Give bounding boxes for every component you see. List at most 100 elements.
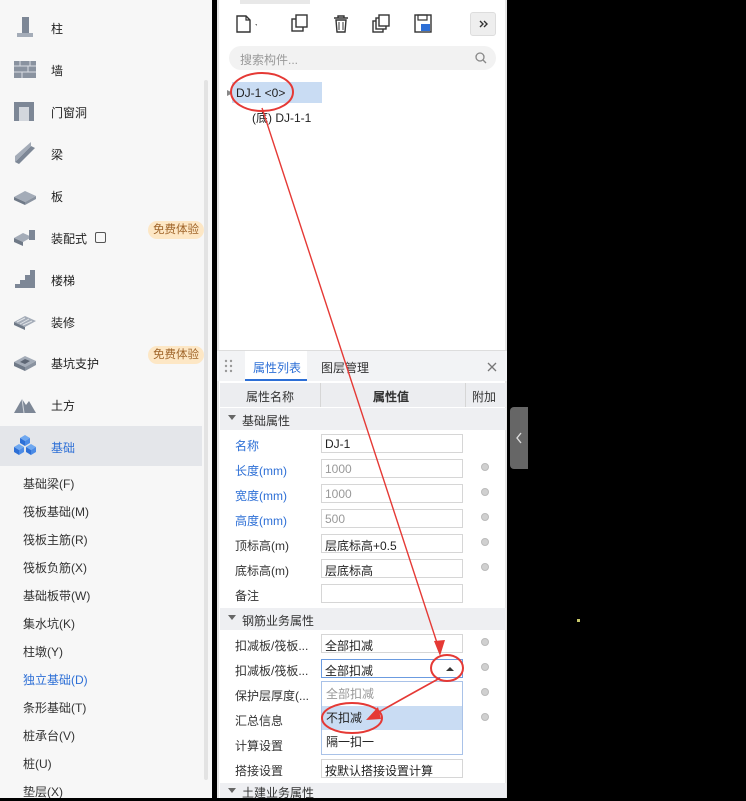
sub-item-foundation-strip[interactable]: 基础板带(W)	[23, 587, 90, 604]
slab-icon	[14, 191, 36, 205]
prop-remark-label: 备注	[235, 589, 260, 603]
prop-deduct-raft-select[interactable]: 全部扣减	[321, 659, 463, 678]
category-door-window[interactable]: 门窗洞	[0, 91, 202, 131]
prop-cover-thickness-label: 保护层厚度(...	[235, 689, 309, 703]
sub-item-raft-foundation[interactable]: 筏板基础(M)	[23, 503, 89, 520]
prop-lap-settings-value[interactable]: 按默认搭接设置计算	[321, 759, 463, 778]
sub-item-pile-cap[interactable]: 桩承台(V)	[23, 727, 75, 744]
header-divider	[320, 383, 321, 407]
header-divider	[465, 383, 466, 407]
tab-layer-management[interactable]: 图层管理	[321, 359, 369, 376]
more-arrow-icon[interactable]	[470, 12, 496, 36]
prop-bottom-elevation-value[interactable]: 层底标高	[321, 559, 463, 578]
extra-checkbox[interactable]	[481, 688, 489, 696]
prop-deduct-slab-value[interactable]: 全部扣减	[321, 634, 463, 653]
extra-checkbox[interactable]	[481, 488, 489, 496]
panel-collapse-handle[interactable]	[510, 407, 528, 469]
save-template-icon[interactable]	[410, 12, 436, 36]
property-table-header: 属性名称 属性值 附加	[220, 383, 506, 407]
new-component-icon[interactable]	[231, 12, 257, 36]
foundation-icon	[14, 435, 36, 455]
prop-deduct-slab-label: 扣减板/筏板...	[235, 639, 309, 653]
prop-name-label: 名称	[235, 439, 260, 453]
search-icon	[475, 52, 487, 64]
tab-property-list[interactable]: 属性列表	[253, 359, 301, 376]
extra-checkbox[interactable]	[481, 563, 489, 571]
category-stairs[interactable]: 楼梯	[0, 259, 202, 299]
extra-checkbox[interactable]	[481, 538, 489, 546]
header-property-value: 属性值	[373, 390, 410, 404]
dropdown-arrow-icon[interactable]	[445, 665, 455, 673]
group-basic-properties[interactable]: 基础属性	[220, 408, 506, 430]
category-decoration[interactable]: 装修	[0, 301, 202, 341]
canvas-dot	[577, 619, 580, 622]
sub-item-cushion[interactable]: 垫层(X)	[23, 783, 63, 798]
sub-item-strip-foundation[interactable]: 条形基础(T)	[23, 699, 86, 716]
prop-lap-settings-label: 搭接设置	[235, 764, 284, 778]
layer-copy-icon[interactable]	[368, 12, 394, 36]
prop-summary-label: 汇总信息	[235, 714, 284, 728]
pit-support-icon	[14, 356, 36, 371]
delete-icon[interactable]	[328, 12, 354, 36]
prop-top-elevation-value[interactable]: 层底标高+0.5	[321, 534, 463, 553]
extra-checkbox[interactable]	[481, 663, 489, 671]
dropdown-option-no-deduct[interactable]: 不扣减	[322, 706, 462, 730]
panel-divider	[217, 0, 219, 798]
dropdown-option-deduct-alternate[interactable]: 隔一扣一	[322, 730, 462, 754]
category-column[interactable]: 柱	[0, 7, 202, 47]
close-icon[interactable]	[486, 361, 498, 373]
header-property-name: 属性名称	[246, 390, 295, 404]
prop-remark-value[interactable]	[321, 584, 463, 603]
prop-length-label: 长度(mm)	[235, 464, 287, 478]
prop-width-value[interactable]: 1000	[321, 484, 463, 503]
extra-checkbox[interactable]	[481, 513, 489, 521]
earthwork-icon	[14, 398, 36, 414]
group-rebar-properties[interactable]: 钢筋业务属性	[220, 608, 506, 630]
extra-checkbox[interactable]	[481, 638, 489, 646]
column-icon	[17, 17, 33, 37]
sub-item-pile[interactable]: 桩(U)	[23, 755, 52, 772]
free-trial-badge[interactable]: 免费体验	[148, 346, 204, 364]
category-foundation[interactable]: 基础	[0, 426, 202, 466]
deduct-dropdown-list: 全部扣减 不扣减 隔一扣一	[321, 681, 463, 755]
category-wall[interactable]: 墙	[0, 49, 202, 89]
sub-item-raft-main-rebar[interactable]: 筏板主筋(R)	[23, 531, 88, 548]
category-earthwork[interactable]: 土方	[0, 384, 202, 424]
prop-name-value[interactable]: DJ-1	[321, 434, 463, 453]
group-civil-properties[interactable]: 土建业务属性	[220, 783, 506, 800]
wall-icon	[14, 61, 36, 78]
copy-component-icon[interactable]	[286, 12, 312, 36]
category-slab[interactable]: 板	[0, 175, 202, 215]
prop-top-elevation-label: 顶标高(m)	[235, 539, 289, 553]
category-beam[interactable]: 梁	[0, 133, 202, 173]
sub-item-raft-negative-rebar[interactable]: 筏板负筋(X)	[23, 559, 87, 576]
component-search-input[interactable]: 搜索构件...	[229, 46, 496, 70]
lock-icon	[95, 232, 106, 243]
free-trial-badge[interactable]: 免费体验	[148, 221, 204, 239]
sub-item-isolated-foundation[interactable]: 独立基础(D)	[23, 671, 88, 688]
tree-node-dj1[interactable]: DJ-1 <0>	[236, 86, 285, 100]
sub-item-foundation-beam[interactable]: 基础梁(F)	[23, 475, 74, 492]
prefab-icon	[14, 230, 35, 246]
category-sidebar: 柱 墙 门窗洞 梁 板 装配式 免费体验 楼梯 装修 基坑支护 免费体验 土方 …	[0, 0, 212, 798]
extra-checkbox[interactable]	[481, 713, 489, 721]
sidebar-scrollbar[interactable]	[204, 80, 208, 780]
header-extra: 附加	[472, 390, 497, 404]
drag-handle-icon[interactable]	[224, 359, 234, 373]
prop-deduct-raft-label: 扣减板/筏板...	[235, 664, 309, 678]
decoration-icon	[14, 316, 36, 330]
chevron-left-icon	[516, 432, 522, 444]
property-panel-header: 属性列表 图层管理	[217, 350, 507, 381]
dropdown-option-deduct-all[interactable]: 全部扣减	[322, 682, 462, 706]
sub-item-sump-pit[interactable]: 集水坑(K)	[23, 615, 75, 632]
door-window-icon	[14, 102, 34, 121]
prop-length-value[interactable]: 1000	[321, 459, 463, 478]
top-scroll-indicator	[240, 0, 310, 4]
stairs-icon	[15, 270, 35, 288]
sub-item-column-pier[interactable]: 柱墩(Y)	[23, 643, 63, 660]
prop-bottom-elevation-label: 底标高(m)	[235, 564, 289, 578]
tree-node-dj1-1[interactable]: (底) DJ-1-1	[252, 109, 311, 126]
prop-width-label: 宽度(mm)	[235, 489, 287, 503]
extra-checkbox[interactable]	[481, 463, 489, 471]
prop-height-value[interactable]: 500	[321, 509, 463, 528]
